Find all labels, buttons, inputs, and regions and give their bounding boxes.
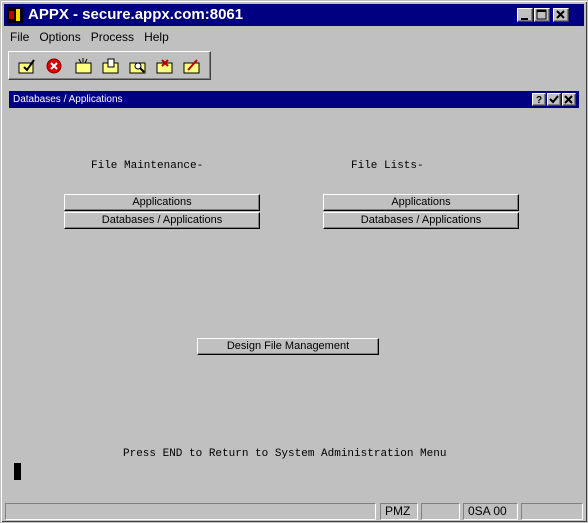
- cancel-icon[interactable]: [45, 58, 63, 74]
- menu-bar: File Options Process Help: [5, 28, 174, 46]
- minimize-icon: [521, 18, 528, 20]
- text-cursor: [14, 463, 21, 480]
- open-folder-icon[interactable]: [102, 58, 120, 74]
- window-titlebar[interactable]: APPX - secure.appx.com:8061: [4, 4, 584, 26]
- file-maintenance-heading: File Maintenance-: [91, 160, 204, 172]
- maintenance-applications-button[interactable]: Applications: [64, 194, 260, 211]
- edit-folder-icon[interactable]: [183, 58, 201, 74]
- appx-logo-icon[interactable]: [7, 7, 23, 23]
- ok-button[interactable]: [547, 93, 561, 106]
- menu-file[interactable]: File: [5, 28, 34, 46]
- menu-process[interactable]: Process: [86, 28, 139, 46]
- status-cell-3: [421, 503, 460, 520]
- lists-applications-button[interactable]: Applications: [323, 194, 519, 211]
- search-folder-icon[interactable]: [129, 58, 147, 74]
- delete-folder-icon[interactable]: [156, 58, 174, 74]
- menu-options[interactable]: Options: [34, 28, 85, 46]
- close-icon: [564, 95, 573, 104]
- status-user: PMZ: [380, 503, 418, 520]
- maintenance-databases-applications-button[interactable]: Databases / Applications: [64, 212, 260, 229]
- form-close-button[interactable]: [562, 93, 576, 106]
- window-title: APPX - secure.appx.com:8061: [28, 6, 244, 23]
- close-button[interactable]: [553, 8, 569, 22]
- status-message: [5, 503, 376, 520]
- menu-help[interactable]: Help: [139, 28, 174, 46]
- minimize-button[interactable]: [517, 8, 533, 22]
- app-window: APPX - secure.appx.com:8061 File Options P…: [0, 0, 588, 523]
- footer-instruction: Press END to Return to System Administra…: [123, 448, 447, 460]
- file-lists-heading: File Lists-: [351, 160, 424, 172]
- status-process: 0SA 00: [463, 503, 518, 520]
- close-icon: [556, 10, 565, 19]
- maximize-icon: [536, 9, 547, 20]
- form-title: Databases / Applications: [13, 94, 123, 105]
- design-file-management-button[interactable]: Design File Management: [197, 338, 379, 355]
- maximize-button[interactable]: [534, 8, 550, 22]
- form-titlebar[interactable]: Databases / Applications ?: [9, 91, 579, 108]
- help-button[interactable]: ?: [532, 93, 546, 106]
- checkmark-icon: [549, 95, 559, 104]
- toolbar: [8, 51, 211, 80]
- check-folder-icon[interactable]: [18, 58, 36, 74]
- lists-databases-applications-button[interactable]: Databases / Applications: [323, 212, 519, 229]
- status-cell-5: [521, 503, 583, 520]
- new-folder-icon[interactable]: [75, 58, 93, 74]
